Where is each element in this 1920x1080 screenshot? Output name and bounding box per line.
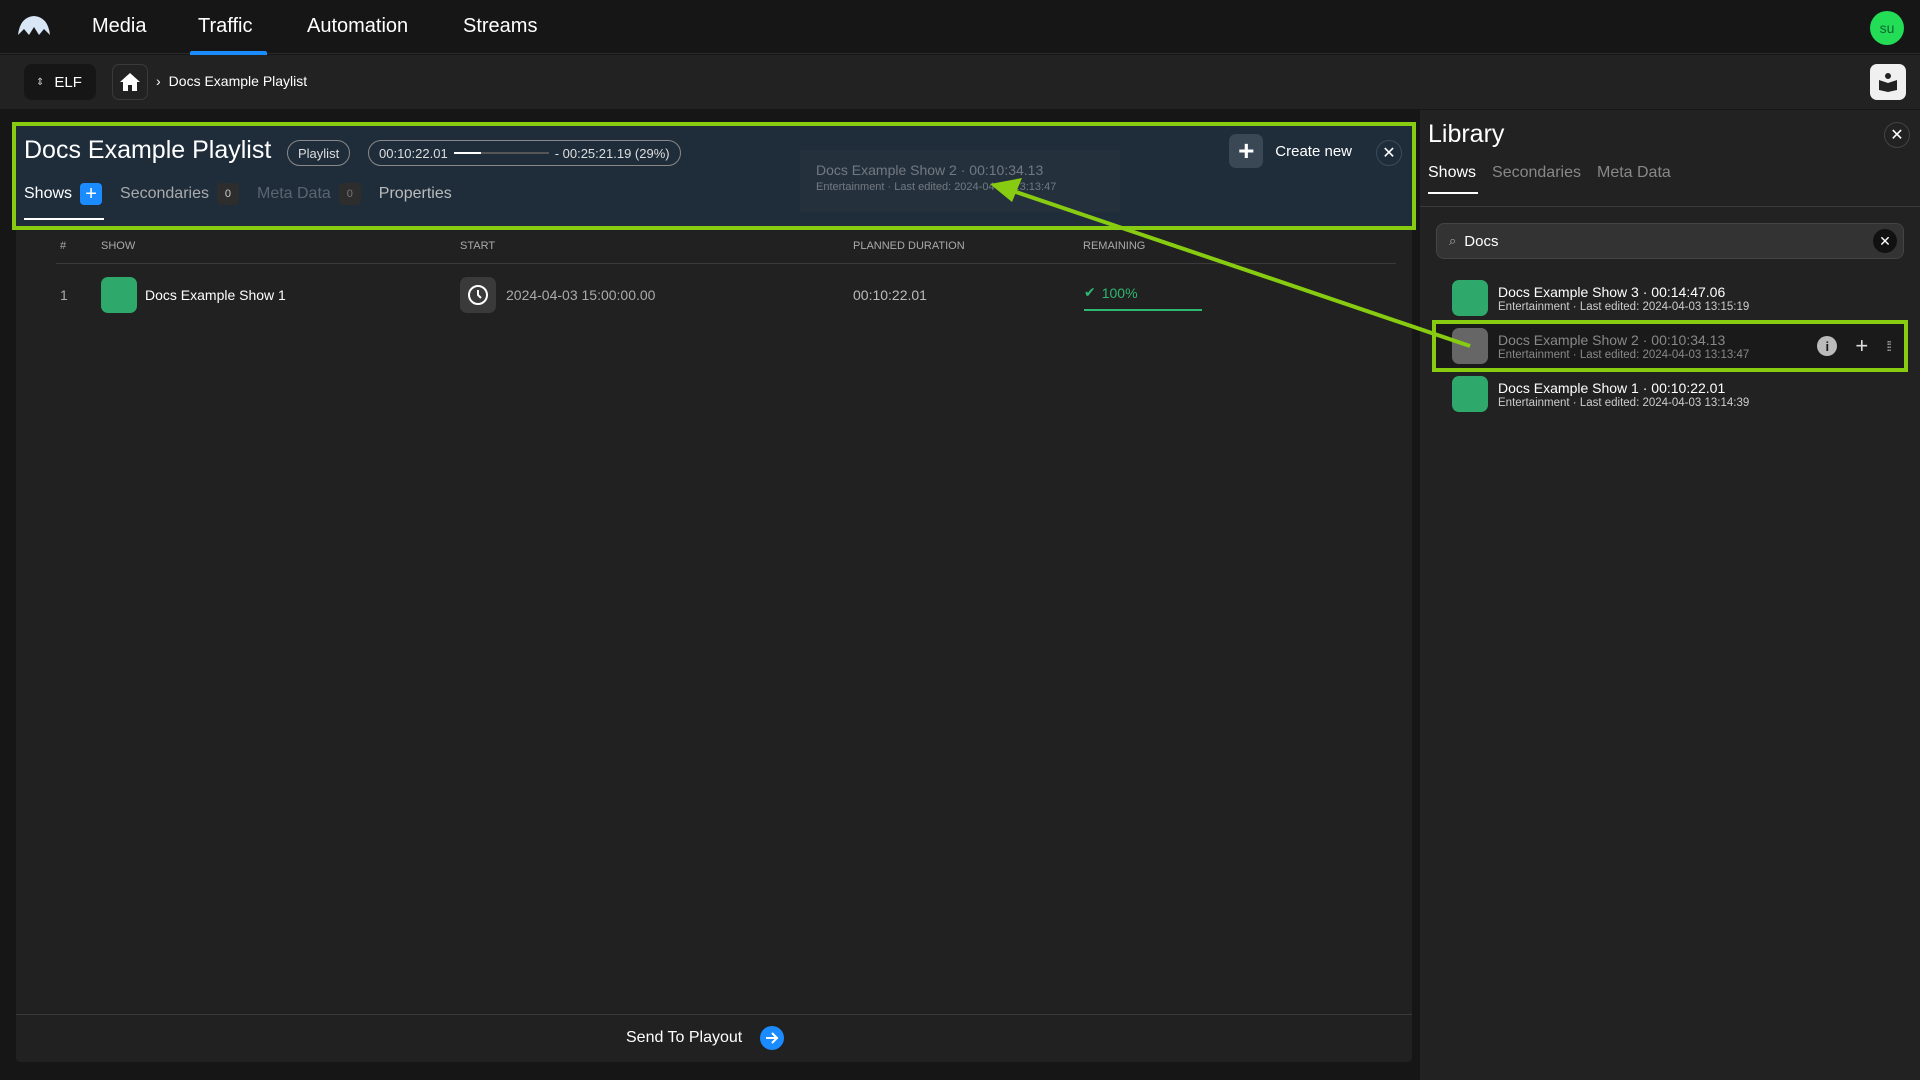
create-new-button[interactable]: + Create new [1229,134,1352,168]
org-selector[interactable]: ⇕ ELF [24,64,96,100]
row-start: 2024-04-03 15:00:00.00 [506,287,656,303]
check-circle-icon: ✔ [1084,284,1096,300]
user-avatar[interactable]: su [1870,11,1904,45]
tab-properties[interactable]: Properties [379,180,452,208]
search-value: Docs [1464,232,1499,250]
header-divider [56,263,1396,264]
tab-secondaries[interactable]: Secondaries 0 [120,180,239,208]
drag-handle-icon[interactable]: ⁞⁞ [1886,338,1892,354]
remaining-value: 100% [1101,284,1138,301]
show-thumbnail [1452,280,1488,316]
item-title: Docs Example Show 2 · 00:10:34.13 [1498,331,1726,348]
progress-remaining: - 00:25:21.19 (29%) [554,145,670,161]
tab-label: Secondaries [120,185,209,202]
library-toggle-button[interactable] [1870,64,1906,100]
breadcrumb-current[interactable]: Docs Example Playlist [169,73,308,89]
col-show: SHOW [101,240,136,252]
top-navigation: Media Traffic Automation Streams su [0,0,1920,55]
library-search-input[interactable]: ⌕ Docs ✕ [1436,223,1904,259]
library-panel: Library ✕ Shows Secondaries Meta Data ⌕ … [1420,110,1920,1080]
app-logo-icon[interactable] [18,15,50,37]
close-icon: ✕ [1382,145,1396,162]
library-tab-shows[interactable]: Shows [1428,164,1479,194]
item-title: Docs Example Show 3 · 00:14:47.06 [1498,283,1726,300]
library-item[interactable]: Docs Example Show 1 · 00:10:22.01 Enterta… [1452,372,1904,416]
library-tabs: Shows Secondaries Meta Data [1428,164,1671,194]
count-badge: 0 [338,183,361,205]
count-badge: 0 [216,183,239,205]
org-name: ELF [54,73,82,91]
playlist-title: Docs Example Playlist [24,136,272,164]
row-remaining: ✔ 100% [1084,284,1202,311]
tab-shows[interactable]: Shows + [24,180,105,220]
add-show-button[interactable]: + [80,183,103,205]
item-subtitle: Entertainment · Last edited: 2024-04-03 … [1498,300,1750,313]
nav-streams[interactable]: Streams [463,15,537,38]
row-index: 1 [60,287,68,303]
col-index: # [60,240,67,252]
tab-meta-data[interactable]: Meta Data 0 [257,180,361,208]
breadcrumb: › Docs Example Playlist [156,73,307,89]
home-icon [120,73,140,91]
progress-elapsed: 00:10:22.01 [379,145,448,161]
drag-ghost: Docs Example Show 2 · 00:10:34.13 Entert… [800,150,1120,212]
chevron-right-icon: › [156,73,161,89]
playlist-type-badge: Playlist [287,140,351,166]
send-to-playout-button[interactable]: Send To Playout [626,1026,785,1050]
library-divider [1420,206,1920,207]
library-title: Library [1428,120,1505,148]
search-icon: ⌕ [1449,233,1457,248]
row-show-name: Docs Example Show 1 [145,287,286,303]
nav-automation[interactable]: Automation [307,15,408,38]
library-item-dragging[interactable]: Docs Example Show 2 · 00:10:34.13 Enterta… [1432,320,1908,372]
playlist-header: Docs Example Playlist Playlist 00:10:22.… [12,122,1416,230]
send-label: Send To Playout [626,1029,743,1046]
sub-toolbar: ⇕ ELF › Docs Example Playlist [0,55,1920,109]
col-planned-duration: PLANNED DURATION [853,240,965,252]
nav-media[interactable]: Media [92,15,146,38]
plus-icon: + [1229,134,1264,168]
tab-label: Shows [24,185,73,202]
playlist-tabs: Shows + Secondaries 0 Meta Data 0 Proper… [24,180,470,220]
add-icon[interactable]: + [1855,333,1868,359]
progress-fill [453,152,482,154]
show-thumbnail [1452,376,1488,412]
progress-bar [453,152,549,154]
drag-ghost-subtitle: Entertainment · Last edited: 2024-04-03 … [816,181,1057,193]
drag-ghost-title: Docs Example Show 2 · 00:10:34.13 [816,162,1044,178]
tab-label: Meta Data [256,185,331,202]
chevron-updown-icon: ⇕ [36,76,45,88]
info-icon[interactable]: i [1817,336,1838,356]
library-item[interactable]: Docs Example Show 3 · 00:14:47.06 Enterta… [1452,276,1904,320]
footer-divider [16,1014,1412,1015]
playlist-panel: Docs Example Playlist Playlist 00:10:22.… [12,122,1416,1062]
close-icon: ✕ [1890,127,1904,144]
arrow-right-icon [760,1026,785,1050]
show-thumbnail [1452,328,1488,364]
close-library-button[interactable]: ✕ [1884,122,1910,148]
col-remaining: REMAINING [1083,240,1146,252]
book-reader-icon [1879,73,1897,92]
playlist-progress: 00:10:22.01 - 00:25:21.19 (29%) [368,140,681,166]
item-subtitle: Entertainment · Last edited: 2024-04-03 … [1498,348,1750,361]
clock-icon [468,285,488,305]
clear-search-button[interactable]: ✕ [1873,229,1897,253]
tab-label: Properties [378,185,452,202]
row-planned-duration: 00:10:22.01 [853,287,927,303]
library-tab-secondaries[interactable]: Secondaries [1492,164,1581,182]
close-playlist-button[interactable]: ✕ [1376,140,1402,166]
home-button[interactable] [112,64,148,100]
show-thumbnail [101,277,137,313]
col-start: START [460,240,496,252]
create-new-label: Create new [1275,142,1352,160]
item-subtitle: Entertainment · Last edited: 2024-04-03 … [1498,396,1750,409]
nav-traffic[interactable]: Traffic [198,15,252,38]
item-actions: i + ⁞⁞ [1817,333,1892,359]
library-tab-meta-data[interactable]: Meta Data [1597,164,1671,182]
item-title: Docs Example Show 1 · 00:10:22.01 [1498,379,1726,396]
start-time-button[interactable] [460,277,496,313]
